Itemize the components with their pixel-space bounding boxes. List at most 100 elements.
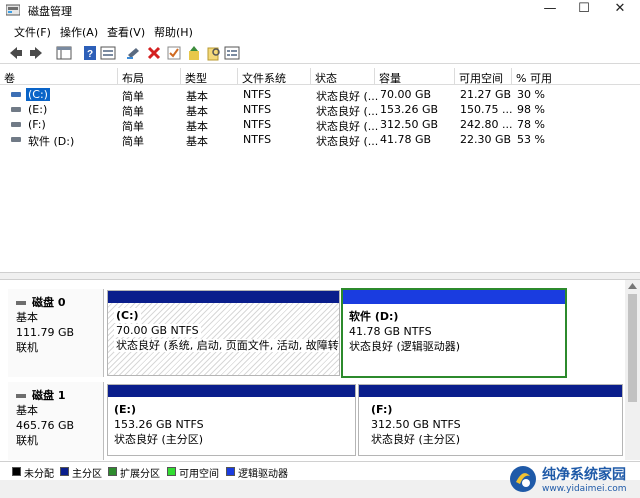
show-hide-tree-icon[interactable] bbox=[56, 45, 72, 61]
table-row[interactable]: (F:) 简单 基本 NTFS 状态良好 (... 312.50 GB 242.… bbox=[0, 117, 640, 133]
close-button[interactable]: ✕ bbox=[602, 0, 638, 20]
partition-title: (E:) bbox=[114, 403, 136, 416]
partition-d[interactable]: 软件 (D:) 41.78 GB NTFS 状态良好 (逻辑驱动器) bbox=[341, 288, 567, 378]
partition-e[interactable]: (E:) 153.26 GB NTFS 状态良好 (主分区) bbox=[107, 384, 356, 456]
properties-icon[interactable] bbox=[100, 45, 116, 61]
disk-1-label[interactable]: 磁盘 1 基本 465.76 GB 联机 bbox=[8, 382, 104, 460]
volume-capacity: 41.78 GB bbox=[380, 133, 432, 146]
legend-swatch-free-space bbox=[167, 467, 176, 476]
legend-swatch-unallocated bbox=[12, 467, 21, 476]
disk-kind: 基本 bbox=[16, 311, 38, 324]
legend-swatch-logical bbox=[226, 467, 235, 476]
partition-size: 312.50 GB NTFS bbox=[371, 418, 461, 431]
volume-capacity: 153.26 GB bbox=[380, 103, 439, 116]
minimize-button[interactable]: — bbox=[532, 0, 568, 20]
primary-partition-bar bbox=[359, 385, 622, 397]
volume-name: (C:) bbox=[26, 88, 50, 101]
svg-text:?: ? bbox=[87, 49, 93, 60]
menu-bar: 文件(F) 操作(A) 查看(V) 帮助(H) bbox=[0, 22, 640, 40]
disk-0-label[interactable]: 磁盘 0 基本 111.79 GB 联机 bbox=[8, 289, 104, 377]
search-icon[interactable] bbox=[206, 45, 222, 61]
site-watermark: 纯净系统家园 www.yidaimei.com bbox=[508, 462, 640, 498]
partition-c[interactable]: (C:) 70.00 GB NTFS 状态良好 (系统, 启动, 页面文件, 活… bbox=[107, 290, 340, 376]
volume-percent-free: 98 % bbox=[517, 103, 545, 116]
disk-size: 111.79 GB bbox=[16, 326, 75, 339]
volume-free-space: 22.30 GB bbox=[460, 133, 512, 146]
disk-icon bbox=[16, 301, 26, 305]
maximize-button[interactable]: ☐ bbox=[566, 0, 602, 20]
column-header-volume[interactable]: 卷 bbox=[0, 68, 118, 85]
volume-filesystem: NTFS bbox=[243, 133, 272, 146]
volume-filesystem: NTFS bbox=[243, 118, 272, 131]
table-row[interactable]: (C:) 简单 基本 NTFS 状态良好 (... 70.00 GB 21.27… bbox=[0, 87, 640, 103]
column-header-status[interactable]: 状态 bbox=[311, 68, 375, 85]
column-header-percent-free[interactable]: % 可用 bbox=[512, 68, 640, 85]
volume-filesystem: NTFS bbox=[243, 103, 272, 116]
disk-icon bbox=[16, 394, 26, 398]
partition-size: 41.78 GB NTFS bbox=[349, 325, 432, 338]
menu-action[interactable]: 操作(A) bbox=[60, 24, 98, 40]
volume-list: 卷 布局 类型 文件系统 状态 容量 可用空间 % 可用 (C:) 简单 基本 … bbox=[0, 68, 640, 272]
volume-icon bbox=[11, 122, 21, 127]
partition-f[interactable]: (F:) 312.50 GB NTFS 状态良好 (主分区) bbox=[358, 384, 623, 456]
help-icon[interactable]: ? bbox=[82, 45, 98, 61]
column-header-type[interactable]: 类型 bbox=[181, 68, 238, 85]
disk-graph-view: 磁盘 0 基本 111.79 GB 联机 (C:) 70.00 GB NTFS … bbox=[0, 280, 625, 460]
table-row[interactable]: 软件 (D:) 简单 基本 NTFS 状态良好 (... 41.78 GB 22… bbox=[0, 132, 640, 148]
volume-name: (F:) bbox=[28, 118, 46, 131]
volume-layout: 简单 bbox=[122, 135, 144, 148]
connect-icon[interactable] bbox=[126, 45, 142, 61]
vertical-scrollbar[interactable] bbox=[625, 280, 640, 460]
menu-view[interactable]: 查看(V) bbox=[107, 24, 145, 40]
table-row[interactable]: (E:) 简单 基本 NTFS 状态良好 (... 153.26 GB 150.… bbox=[0, 102, 640, 118]
partition-size: 153.26 GB NTFS bbox=[114, 418, 204, 431]
column-header-layout[interactable]: 布局 bbox=[118, 68, 181, 85]
partition-title: 软件 (D:) bbox=[349, 310, 399, 323]
disk-name: 磁盘 0 bbox=[32, 296, 66, 309]
partition-title: (F:) bbox=[371, 403, 393, 416]
scroll-thumb[interactable] bbox=[628, 294, 637, 402]
check-icon[interactable] bbox=[166, 45, 182, 61]
partition-status: 状态良好 (逻辑驱动器) bbox=[349, 340, 461, 353]
disk-management-icon bbox=[6, 4, 20, 16]
disk-kind: 基本 bbox=[16, 404, 38, 417]
watermark-url: www.yidaimei.com bbox=[542, 484, 627, 494]
volume-free-space: 21.27 GB bbox=[460, 88, 512, 101]
delete-icon[interactable] bbox=[146, 45, 162, 61]
volume-capacity: 70.00 GB bbox=[380, 88, 432, 101]
scroll-up-icon[interactable] bbox=[628, 283, 637, 289]
menu-help[interactable]: 帮助(H) bbox=[154, 24, 193, 40]
toolbar: ? bbox=[0, 42, 640, 64]
legend-label: 主分区 bbox=[72, 469, 102, 480]
list-icon[interactable] bbox=[224, 45, 240, 61]
pane-splitter[interactable] bbox=[0, 272, 640, 280]
primary-partition-bar bbox=[108, 291, 339, 303]
site-logo-icon bbox=[510, 466, 536, 492]
wizard-icon[interactable] bbox=[186, 45, 202, 61]
column-header-free-space[interactable]: 可用空间 bbox=[455, 68, 512, 85]
column-header-filesystem[interactable]: 文件系统 bbox=[238, 68, 311, 85]
window-title: 磁盘管理 bbox=[28, 5, 72, 18]
partition-status: 状态良好 (主分区) bbox=[371, 433, 461, 446]
logical-drive-bar bbox=[343, 290, 565, 304]
forward-icon[interactable] bbox=[28, 45, 44, 61]
legend-label: 扩展分区 bbox=[120, 469, 160, 480]
volume-percent-free: 53 % bbox=[517, 133, 545, 146]
disk-state: 联机 bbox=[16, 341, 38, 354]
back-icon[interactable] bbox=[8, 45, 24, 61]
disk-state: 联机 bbox=[16, 434, 38, 447]
partition-title: (C:) bbox=[114, 308, 141, 323]
menu-file[interactable]: 文件(F) bbox=[14, 24, 51, 40]
legend-swatch-extended bbox=[108, 467, 117, 476]
volume-icon bbox=[11, 92, 21, 97]
volume-icon bbox=[11, 107, 21, 112]
disk-size: 465.76 GB bbox=[16, 419, 75, 432]
volume-capacity: 312.50 GB bbox=[380, 118, 439, 131]
legend-label: 可用空间 bbox=[179, 469, 219, 480]
disk-name: 磁盘 1 bbox=[32, 389, 66, 402]
volume-filesystem: NTFS bbox=[243, 88, 272, 101]
volume-type: 基本 bbox=[186, 135, 208, 148]
partition-size: 70.00 GB NTFS bbox=[114, 324, 201, 337]
volume-name: 软件 (D:) bbox=[28, 135, 75, 148]
column-header-capacity[interactable]: 容量 bbox=[375, 68, 455, 85]
